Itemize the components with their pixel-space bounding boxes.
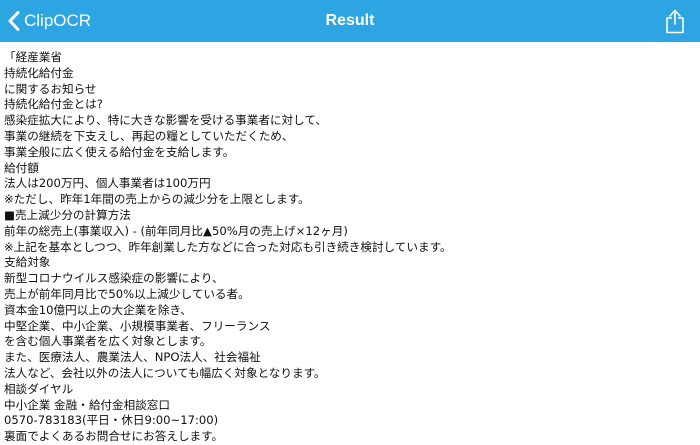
ocr-result-line: また、医療法人、農業法人、NPO法人、社会福祉 bbox=[4, 350, 261, 365]
ocr-result-text[interactable]: 「経産業省 持続化給付金 に関するお知らせ 持続化給付金とは? 感染症拡大により、特に大… bbox=[4, 50, 694, 445]
ocr-result-line: 裏面でよくあるお問合せにお答えします。 bbox=[4, 429, 224, 444]
page-title: Result bbox=[325, 12, 375, 29]
ocr-result-line: 事業の継続を下支えし、再起の糧としていただくため、 bbox=[4, 128, 294, 143]
ocr-result-line: を含む個人事業者を広く対象とします。 bbox=[4, 334, 212, 349]
back-button[interactable]: ClipOCR bbox=[8, 6, 91, 36]
ocr-result-line: ※ただし、昨年1年間の売上からの減少分を上限とします。 bbox=[4, 192, 310, 207]
back-button-label: ClipOCR bbox=[24, 11, 92, 30]
ocr-result-line: 「経産業省 bbox=[4, 50, 62, 64]
share-button[interactable] bbox=[664, 8, 686, 34]
ocr-result-line: 事業全般に広く使える給付金を支給します。 bbox=[4, 144, 235, 159]
ocr-result-line: 中堅企業、中小企業、小規模事業者、フリーランス bbox=[4, 318, 271, 333]
ocr-result-line: ■売上減少分の計算方法 bbox=[4, 207, 131, 222]
ocr-result-line: 感染症拡大により、特に大きな影響を受ける事業者に対して、 bbox=[4, 113, 328, 128]
ocr-result-line: 前年の総売上(事業収入) - (前年同月比▲50%月の売上げ×12ヶ月) bbox=[4, 223, 348, 238]
ocr-result-line: 新型コロナウイルス感染症の影響により、 bbox=[4, 271, 224, 286]
ocr-result-line: 中小企業 金融・給付金相談窓口 bbox=[4, 397, 170, 412]
ocr-result-line: 支給対象 bbox=[4, 255, 51, 270]
ocr-result-line: 0570-783183(平日・休日9:00~17:00) bbox=[4, 413, 219, 428]
ocr-result-line: 資本金10億円以上の大企業を除き、 bbox=[4, 302, 192, 317]
navigation-bar: ClipOCR Result bbox=[0, 0, 700, 42]
ocr-result-line: 相談ダイヤル bbox=[4, 381, 74, 396]
ocr-result-line: ※上記を基本としつつ、昨年創業した方などに合った対応も引き続き検討しています。 bbox=[4, 239, 452, 254]
ocr-result-line: 法人は200万円、個人事業者は100万円 bbox=[4, 176, 211, 191]
ocr-result-line: 持続化給付金 bbox=[4, 65, 74, 80]
ocr-result-line: 持続化給付金とは? bbox=[4, 97, 103, 112]
ocr-result-line: 法人など、会社以外の法人についても幅広く対象となります。 bbox=[4, 365, 326, 380]
share-icon bbox=[666, 9, 684, 34]
ocr-result-line: に関するお知らせ bbox=[4, 81, 97, 96]
ocr-result-line: 売上が前年同月比で50%以上減少している者。 bbox=[4, 286, 250, 301]
ocr-result-line: 給付額 bbox=[4, 160, 39, 175]
chevron-left-icon bbox=[8, 11, 20, 31]
